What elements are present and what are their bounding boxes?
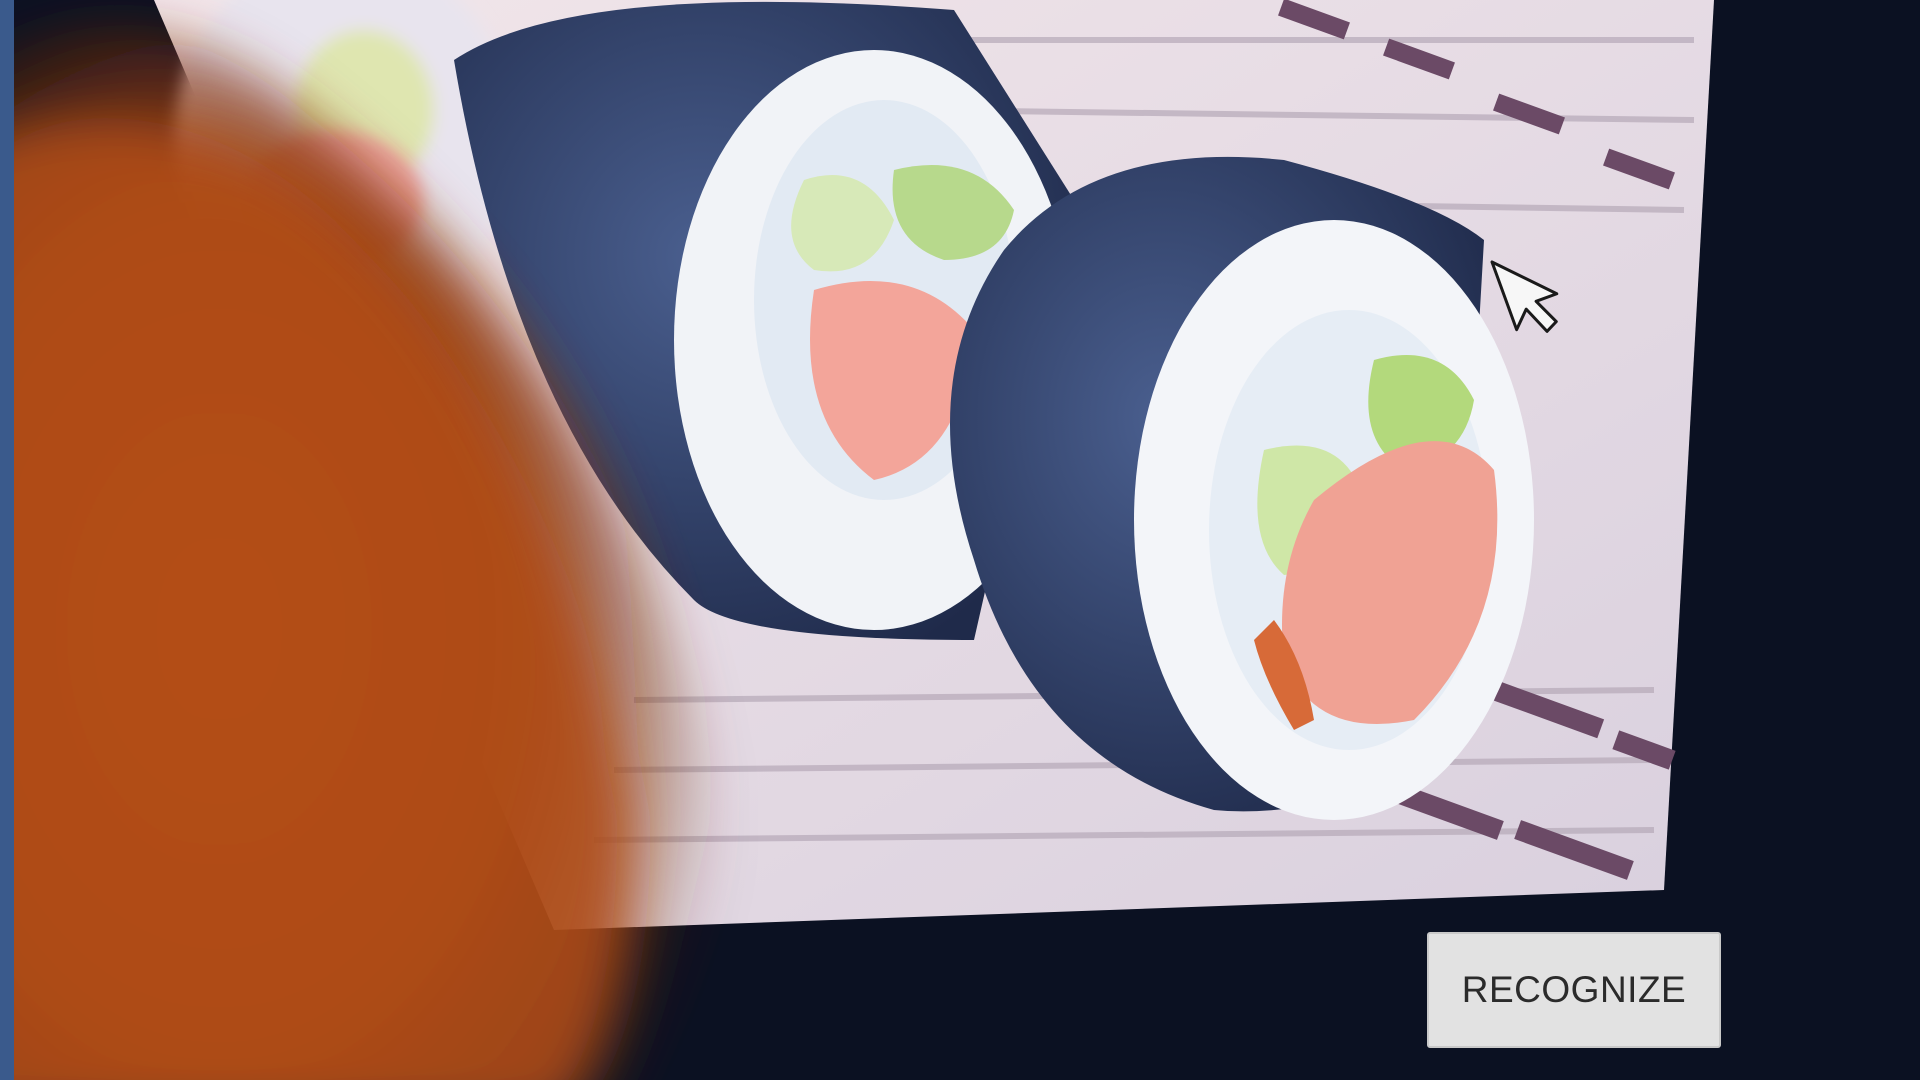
sushi-photo <box>14 0 1920 1080</box>
recognize-button[interactable]: RECOGNIZE <box>1427 932 1721 1048</box>
sushi-scene <box>14 0 1920 1080</box>
camera-viewport: RECOGNIZE <box>14 0 1920 1080</box>
